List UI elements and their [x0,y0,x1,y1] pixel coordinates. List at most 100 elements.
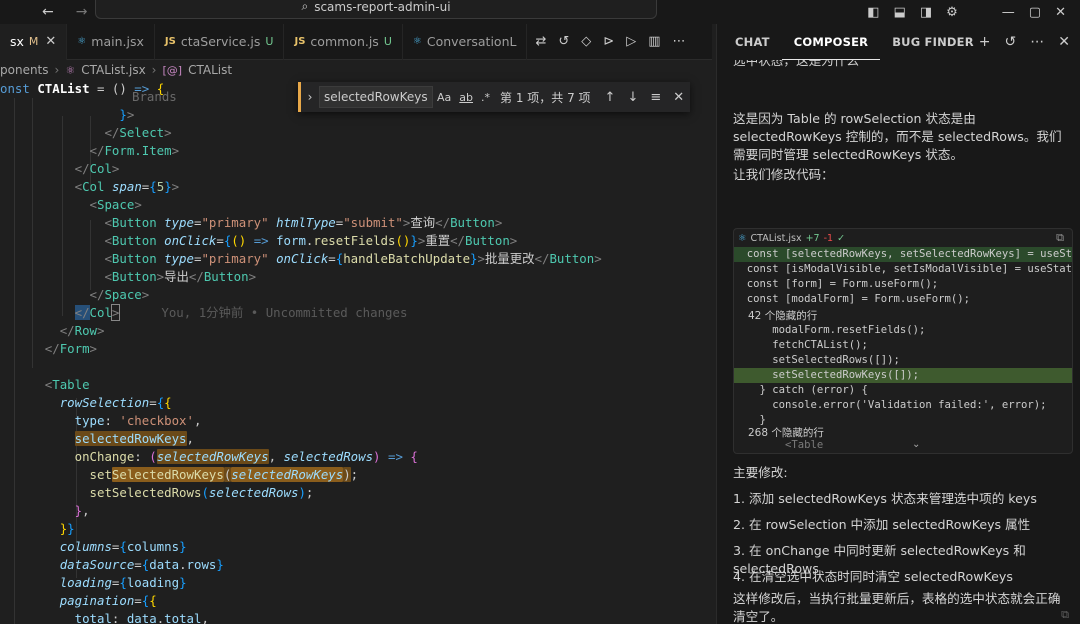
search-icon: ⌕ [301,0,309,13]
toggle-panel-icon[interactable]: ⬓ [894,5,906,20]
code-editor[interactable]: onst CTAList = () => { Brands }> </Selec… [0,80,712,624]
code-line: }, [74,503,90,518]
history-icon[interactable]: ↺ [1005,34,1017,50]
code-line: setSelectedRows([]); [734,354,900,366]
tab-label: sx [10,34,24,49]
tab-chat[interactable]: CHAT [723,24,782,60]
code-block-header: ⚛ CTAList.jsx +7 -1 ✓ ⧉ [734,229,1072,247]
code-line: selectedRowKeys, [74,431,194,446]
code-line: </Space> [89,287,150,302]
tab-ctaservice[interactable]: JS ctaService.js U [155,23,285,60]
close-icon[interactable]: ✕ [673,90,684,105]
back-arrow-icon[interactable]: ← [42,4,54,20]
copy-icon[interactable]: ⧉ [1056,231,1064,245]
code-line: pagination={{ [59,593,157,608]
code-line: onChange: (selectedRowKeys, selectedRows… [74,449,418,464]
vscode-window: ← → ⌕ scams-report-admin-ui ◧ ⬓ ◨ ⚙ — ▢ … [0,0,1080,624]
code-line: </Form.Item> [89,143,180,158]
next-change-icon[interactable]: ⊳ [603,34,614,49]
forward-arrow-icon[interactable]: → [76,4,88,20]
match-whole-word-toggle[interactable]: ab [459,91,473,104]
hidden-lines-label[interactable]: 42 个隐藏的行 [748,308,817,323]
timeline-icon[interactable]: ↺ [558,34,569,49]
use-regex-toggle[interactable]: .* [481,91,490,104]
code-line: const [form] = Form.useForm(); [734,278,939,290]
list-item: 2. 在 rowSelection 中添加 selectedRowKeys 属性 [733,517,1031,532]
copy-icon[interactable]: ⧉ [1061,608,1069,622]
chevron-right-icon: › [151,63,157,77]
lines-removed: -1 [823,232,834,244]
toggle-sidebar-icon[interactable]: ◧ [867,5,879,20]
js-file-icon: JS [294,36,306,47]
breadcrumb-symbol[interactable]: CTAList [188,63,232,77]
breadcrumb: ponents › ⚛ CTAList.jsx › [@] CTAList [0,60,712,80]
code-line: rowSelection={{ [59,395,172,410]
breadcrumb-file[interactable]: CTAList.jsx [81,63,145,77]
close-icon[interactable]: ✕ [1058,34,1070,50]
code-line: <Button type="primary" onClick={handleBa… [104,251,602,266]
code-line: setSelectedRowKeys(selectedRowKeys); [89,467,359,482]
minimize-icon[interactable]: — [1002,5,1015,20]
match-case-toggle[interactable]: Aa [437,91,451,104]
code-line: console.error('Validation failed:', erro… [734,399,1047,411]
code-line: const [selectedRowKeys, setSelectedRowKe… [734,247,1073,262]
toggle-secondary-sidebar-icon[interactable]: ◨ [920,5,932,20]
react-file-icon: ⚛ [77,36,87,47]
title-bar: ← → ⌕ scams-report-admin-ui ◧ ⬓ ◨ ⚙ — ▢ … [0,0,1080,24]
code-line: <Table [734,439,824,451]
code-line: <Button type="primary" htmlType="submit"… [104,215,503,230]
close-icon[interactable]: ✕ [1055,5,1066,20]
code-line: <Space> [89,197,142,212]
react-file-icon: ⚛ [738,232,747,244]
code-line: <Col span={5}> [74,179,180,194]
code-line: <Button>导出</Button> [104,269,257,284]
chevron-right-icon[interactable]: › [301,90,319,104]
more-actions-icon[interactable]: ⋯ [672,34,685,49]
tab-bug-finder[interactable]: BUG FINDER [880,24,986,60]
tab-conversation[interactable]: ⚛ ConversationL [403,23,528,60]
chevron-right-icon: › [54,63,60,77]
breadcrumb-folder[interactable]: ponents [0,63,49,77]
tab-close-icon[interactable]: ✕ [45,34,56,49]
plus-icon[interactable]: + [979,34,991,50]
tab-label: ConversationL [426,34,517,49]
tab-composer[interactable]: COMPOSER [781,24,881,60]
code-line: <Button onClick={() => form.resetFields(… [104,233,518,248]
prev-change-icon[interactable]: ◇ [581,34,591,49]
gear-icon[interactable]: ⚙ [946,5,958,20]
more-actions-icon[interactable]: ⋯ [1030,34,1044,50]
code-line: setSelectedRowKeys([]); [734,368,1072,383]
split-editor-icon[interactable]: ▥ [648,34,660,49]
git-blame-annotation: You, 1分钟前 • Uncommitted changes [161,305,408,320]
command-center-search[interactable]: ⌕ scams-report-admin-ui [95,0,657,19]
code-line: total: data.total, [74,611,209,624]
list-item: 4. 在清空选中状态时同时清空 selectedRowKeys [733,569,1013,584]
code-line: const [isModalVisible, setIsModalVisible… [734,263,1073,275]
tab-main-jsx[interactable]: ⚛ main.jsx [67,23,155,60]
code-line: }} [59,521,75,536]
react-file-icon: ⚛ [412,36,422,47]
tab-ctalist[interactable]: sx M ✕ [0,23,68,60]
code-line: setSelectedRows(selectedRows); [89,485,314,500]
code-line: columns={columns} [59,539,187,554]
tab-label: main.jsx [91,34,144,49]
tab-common[interactable]: JS common.js U [284,23,403,60]
code-line: Brands [132,89,177,104]
chevron-down-icon[interactable]: ⌄ [912,439,920,450]
code-line: const [modalForm] = Form.useForm(); [734,293,970,305]
code-line: modalForm.resetFields(); [734,324,926,336]
run-icon[interactable]: ▷ [626,34,636,49]
code-line: type: 'checkbox', [74,413,202,428]
arrow-up-icon[interactable]: ↑ [605,90,616,105]
chat-text: 选中状态，这是为什么 [733,60,859,68]
find-widget: › Aa ab .* 第 1 项，共 7 项 ↑ ↓ ≡ ✕ [298,82,690,112]
check-icon: ✓ [837,232,846,244]
chat-messages[interactable]: 选中状态，这是为什么 这是因为 Table 的 rowSelection 状态是… [717,60,1080,624]
editor-tab-bar: sx M ✕ ⚛ main.jsx JS ctaService.js U JS … [0,23,712,60]
find-in-selection-icon[interactable]: ≡ [650,90,661,105]
chat-text: 让我们修改代码： [733,167,834,182]
arrow-down-icon[interactable]: ↓ [627,90,638,105]
find-input[interactable] [319,86,433,108]
maximize-icon[interactable]: ▢ [1029,5,1041,20]
git-compare-icon[interactable]: ⇄ [535,34,546,49]
